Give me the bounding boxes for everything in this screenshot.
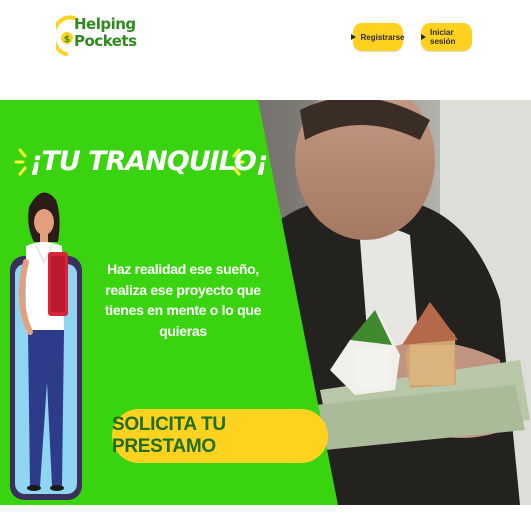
brand-line-1: Helping bbox=[74, 15, 136, 33]
hero-title: ¡TU TRANQUILO¡ bbox=[30, 146, 268, 177]
hero-description: Haz realidad ese sueño, realiza ese proy… bbox=[104, 261, 262, 339]
play-icon bbox=[351, 34, 357, 40]
play-icon bbox=[421, 34, 426, 40]
hero-banner: ¡TU TRANQUILO¡ Haz realidad ese sueño, r… bbox=[0, 100, 531, 505]
login-label: Iniciar sesión bbox=[430, 28, 456, 46]
brand-name: Helping Pockets bbox=[74, 16, 137, 50]
header: $ Helping Pockets Registrarse Iniciar se… bbox=[0, 0, 531, 100]
brand-line-2: Pockets bbox=[74, 32, 137, 50]
login-button[interactable]: Iniciar sesión bbox=[421, 23, 472, 51]
register-button[interactable]: Registrarse bbox=[351, 23, 405, 51]
svg-text:$: $ bbox=[64, 35, 70, 45]
register-label: Registrarse bbox=[360, 32, 405, 42]
woman-phone-illustration bbox=[10, 192, 82, 500]
page-footer-space bbox=[0, 505, 531, 531]
apply-loan-button[interactable]: SOLICITA TU PRESTAMO bbox=[112, 409, 328, 463]
brand-logo[interactable]: $ Helping Pockets bbox=[56, 10, 137, 64]
